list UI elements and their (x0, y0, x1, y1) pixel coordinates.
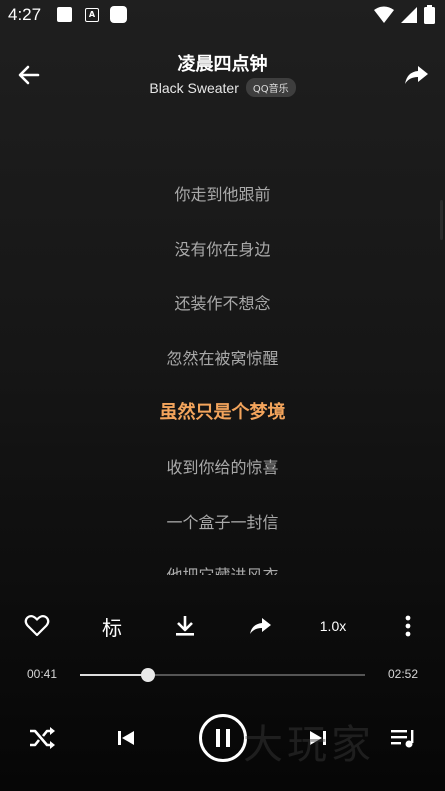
font-app-icon: A (85, 8, 99, 22)
signal-icon (401, 6, 417, 23)
heart-icon (24, 615, 50, 637)
speed-button[interactable]: 1.0x (313, 606, 353, 646)
lyric-line[interactable]: 收到你给的惊喜 (0, 454, 445, 478)
source-badge: QQ音乐 (245, 78, 296, 97)
lyric-line[interactable]: 还装作不想念 (0, 290, 445, 314)
status-time: 4:27 (8, 5, 42, 24)
status-right (374, 5, 435, 24)
more-button[interactable] (396, 606, 420, 646)
notification-square-icon (57, 7, 72, 22)
wifi-icon (374, 6, 394, 23)
lyrics-panel[interactable]: 你走到他跟前 没有你在身边 还装作不想念 忽然在被窝惊醒 虽然只是个梦境 收到你… (0, 165, 445, 575)
artist-row: Black Sweater QQ音乐 (0, 78, 445, 97)
playlist-icon (391, 730, 414, 748)
share-button[interactable] (401, 60, 431, 90)
watermark: 大玩家 (243, 722, 375, 768)
progress-bar: 00:41 02:52 (0, 662, 445, 688)
lyric-line[interactable]: 一个盒子一封信 (0, 509, 445, 533)
current-time: 00:41 (27, 667, 58, 681)
lyrics-scrollbar[interactable] (440, 200, 443, 240)
artist-name[interactable]: Black Sweater (149, 80, 238, 96)
player-header: 凌晨四点钟 Black Sweater QQ音乐 (0, 40, 445, 110)
playback-controls (0, 706, 445, 770)
more-vertical-icon (405, 615, 411, 637)
share-icon (250, 618, 271, 634)
status-bar: 4:27 A (0, 0, 445, 30)
mark-label: 标 (102, 615, 122, 640)
seek-track[interactable] (80, 668, 365, 682)
pause-icon (216, 729, 230, 747)
lyric-line[interactable]: 忽然在被窝惊醒 (0, 345, 445, 369)
playlist-button[interactable] (386, 722, 420, 754)
lyric-line[interactable]: 他把它藏进风衣 (0, 562, 445, 575)
mark-button[interactable]: 标 (95, 606, 129, 646)
shuffle-icon (30, 727, 55, 749)
action-bar: 标 1.0x (0, 606, 445, 646)
previous-button[interactable] (110, 722, 142, 754)
current-lyric-line[interactable]: 虽然只是个梦境 (0, 398, 445, 424)
share-icon (405, 66, 428, 84)
favorite-button[interactable] (20, 606, 54, 646)
song-title: 凌晨四点钟 (177, 54, 268, 75)
lyric-line[interactable]: 没有你在身边 (0, 236, 445, 260)
total-time: 02:52 (387, 667, 418, 681)
speed-label: 1.0x (319, 618, 347, 634)
lyric-line[interactable]: 你走到他跟前 (0, 181, 445, 205)
pause-button[interactable] (199, 714, 247, 762)
seek-handle[interactable] (141, 668, 156, 682)
download-button[interactable] (168, 606, 202, 646)
shuffle-button[interactable] (24, 722, 60, 754)
previous-icon (118, 731, 134, 745)
battery-icon (424, 5, 435, 24)
download-icon (176, 616, 194, 636)
seek-fill (80, 674, 149, 676)
app-square-icon (110, 6, 127, 23)
share-song-button[interactable] (243, 606, 277, 646)
